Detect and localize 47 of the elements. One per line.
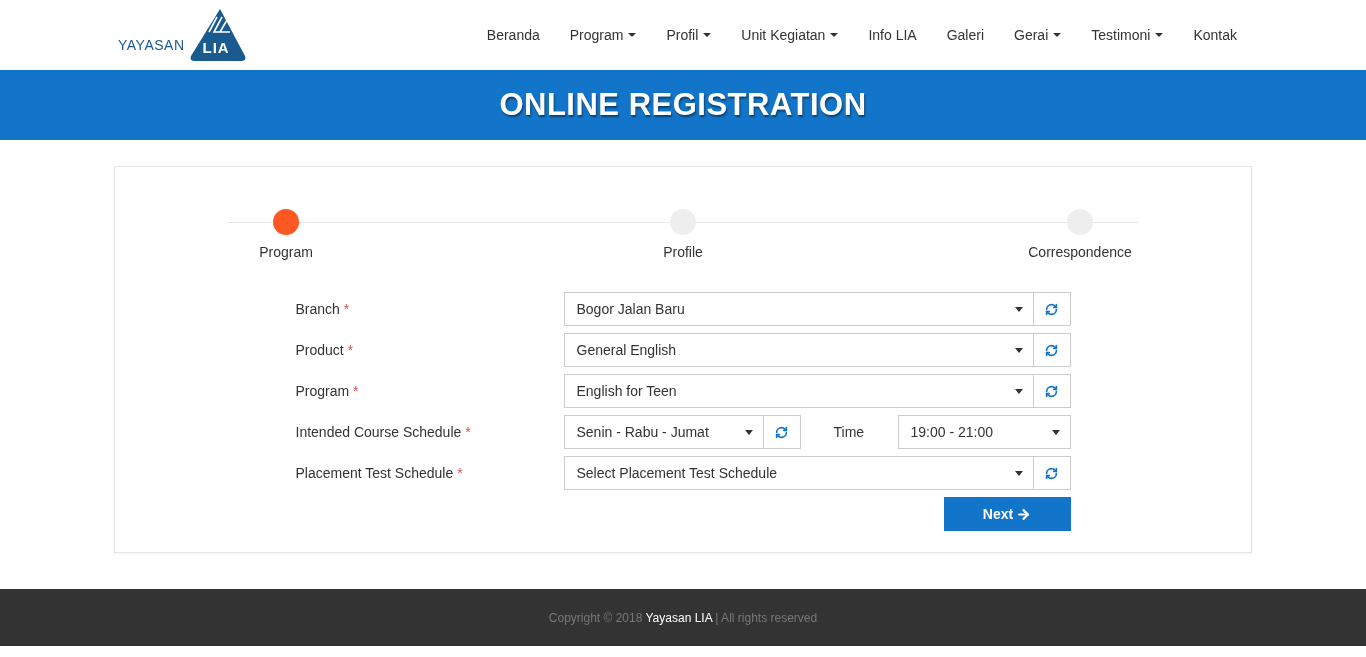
refresh-button[interactable] [763, 415, 801, 449]
nav-link[interactable]: Profil [651, 27, 727, 43]
select-field[interactable]: Bogor Jalan Baru [563, 292, 1034, 326]
field-label: Placement Test Schedule * [295, 465, 464, 481]
refresh-icon [1045, 343, 1058, 357]
refresh-icon [1045, 384, 1058, 398]
nav-link[interactable]: Testimoni [1076, 27, 1179, 43]
refresh-icon [775, 425, 788, 439]
refresh-icon [1045, 466, 1058, 480]
field-label: Branch * [295, 301, 351, 317]
nav-link[interactable]: Galeri [931, 27, 1000, 43]
copyright-text: Copyright © 2018 Yayasan LIA | All rights reserved [548, 610, 818, 625]
select-field[interactable]: Senin - Rabu - Jumat [563, 415, 764, 449]
select-field[interactable]: 19:00 - 21:00 [897, 415, 1071, 449]
nav-link[interactable]: Beranda [471, 27, 555, 43]
caret-icon [744, 429, 753, 435]
field-label: Intended Course Schedule * [295, 424, 472, 440]
refresh-button[interactable] [1033, 374, 1071, 408]
refresh-button[interactable] [1033, 456, 1071, 490]
step-label: Program [259, 244, 313, 260]
nav-link[interactable]: Unit Kegiatan [726, 27, 854, 43]
select-field[interactable]: English for Teen [563, 374, 1034, 408]
step-label: Correspondence [1028, 244, 1132, 260]
nav-link[interactable]: Info LIA [853, 27, 932, 43]
field-label: Product * [295, 342, 355, 358]
caret-icon [1014, 306, 1023, 312]
select-field[interactable]: Select Placement Test Schedule [563, 456, 1034, 490]
next-button[interactable]: Next [943, 497, 1071, 531]
caret-icon [1014, 470, 1023, 476]
refresh-icon [1045, 302, 1058, 316]
logo-text: LIA [202, 39, 230, 56]
select-field[interactable]: General English [563, 333, 1034, 367]
logo-icon [188, 8, 247, 62]
caret-icon [1014, 347, 1023, 353]
page-title: ONLINE REGISTRATION [499, 87, 867, 123]
nav-link[interactable]: Program [554, 27, 652, 43]
nav-link[interactable]: Gerai [999, 27, 1077, 43]
refresh-button[interactable] [1033, 333, 1071, 367]
arrow-right-icon [1016, 506, 1032, 522]
logo-wordmark: YAYASAN [118, 37, 185, 53]
caret-icon [1014, 388, 1023, 394]
caret-icon [1051, 429, 1060, 435]
time-label: Time [832, 424, 866, 440]
nav-link[interactable]: Kontak [1178, 27, 1252, 43]
step-label: Profile [663, 244, 703, 260]
refresh-button[interactable] [1033, 292, 1071, 326]
field-label: Program * [295, 383, 360, 399]
